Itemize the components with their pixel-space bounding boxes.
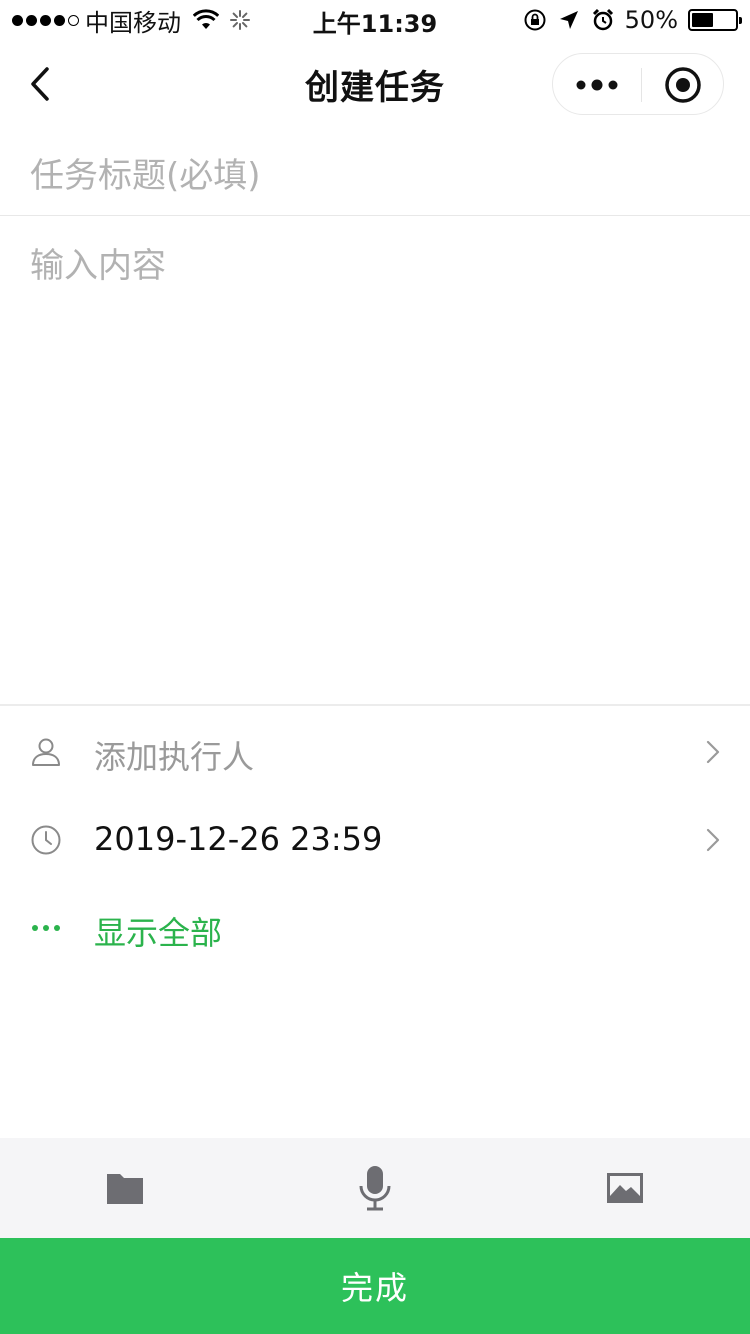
- rotation-lock-icon: [524, 9, 546, 31]
- done-button[interactable]: 完成: [0, 1238, 750, 1334]
- battery-fill: [692, 13, 713, 27]
- more-button[interactable]: [553, 54, 641, 116]
- nav-bar: 创建任务: [0, 40, 750, 128]
- deadline-row[interactable]: 2019-12-26 23:59: [0, 796, 750, 884]
- image-icon: [607, 1173, 643, 1203]
- task-content-field[interactable]: 输入内容: [0, 216, 750, 706]
- add-assignee-label: 添加执行人: [94, 738, 255, 776]
- battery-percent: 50%: [624, 6, 678, 34]
- chevron-right-icon: [706, 828, 720, 852]
- mini-program-capsule: [552, 53, 724, 115]
- show-all-row[interactable]: 显示全部: [0, 884, 750, 972]
- status-bar: 中国移动 上午11:39 50%: [0, 0, 750, 40]
- battery-icon: [688, 9, 742, 31]
- task-content-placeholder: 输入内容: [30, 246, 166, 286]
- attachment-toolbar: [0, 1138, 750, 1238]
- more-dots-icon: [576, 79, 618, 91]
- more-dots-icon: [32, 925, 60, 931]
- close-button[interactable]: [642, 54, 724, 116]
- show-all-label: 显示全部: [94, 914, 223, 952]
- task-title-placeholder: 任务标题(必填): [30, 156, 261, 196]
- add-assignee-row[interactable]: 添加执行人: [0, 708, 750, 796]
- attach-image-button[interactable]: [500, 1138, 750, 1238]
- chevron-right-icon: [706, 740, 720, 764]
- status-right: 50%: [523, 6, 742, 34]
- microphone-icon: [359, 1166, 391, 1211]
- voice-input-button[interactable]: [250, 1138, 500, 1238]
- folder-icon: [107, 1174, 143, 1204]
- record-circle-icon: [665, 67, 701, 103]
- person-icon: [32, 738, 60, 766]
- location-icon: [559, 11, 578, 29]
- clock-icon: [31, 825, 61, 855]
- attach-file-button[interactable]: [0, 1138, 250, 1238]
- deadline-value: 2019-12-26 23:59: [94, 820, 383, 858]
- alarm-icon: [592, 8, 613, 31]
- task-title-field[interactable]: 任务标题(必填): [0, 128, 750, 216]
